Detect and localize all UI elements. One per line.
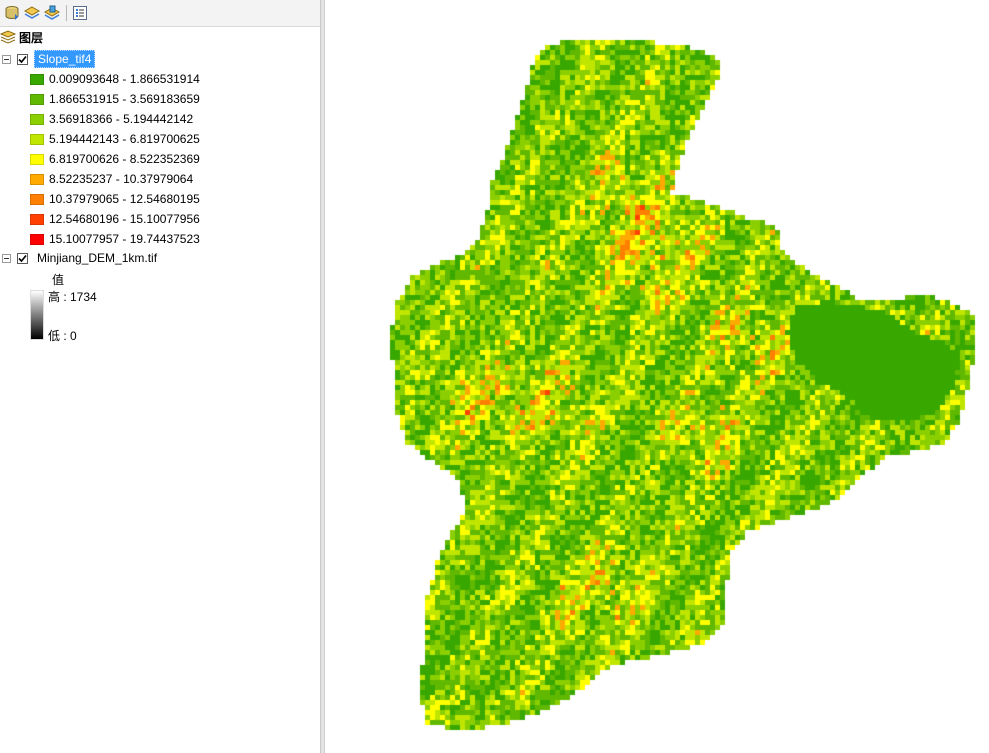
dem-field-label: 值 (52, 270, 64, 288)
legend-swatch (30, 113, 44, 125)
options-button[interactable] (70, 3, 90, 23)
map-view[interactable] (325, 0, 989, 753)
legend-class-label: 5.194442143 - 6.819700625 (49, 132, 200, 146)
dem-high-label: 高 : 1734 (48, 287, 97, 305)
layer-row-dem[interactable]: Minjiang_DEM_1km.tif (2, 249, 160, 267)
legend-class-6: 8.52235237 - 10.37979064 (30, 169, 193, 189)
toc-toolbar (0, 0, 320, 27)
legend-swatch (30, 153, 44, 165)
legend-swatch (30, 93, 44, 105)
collapse-toggle[interactable] (2, 253, 11, 263)
layer-name-slope[interactable]: Slope_tif4 (34, 50, 96, 68)
list-by-visibility-icon (44, 5, 60, 20)
list-by-drawing-order-button[interactable] (2, 3, 22, 23)
legend-class-8: 12.54680196 - 15.10077956 (30, 209, 200, 229)
list-by-drawing-order-icon (5, 6, 19, 20)
dem-field-text: 值 (52, 272, 65, 287)
legend-swatch (30, 173, 44, 185)
checkmark-icon (18, 55, 27, 63)
layer-name-dem[interactable]: Minjiang_DEM_1km.tif (34, 250, 160, 266)
layers-root-label: 图层 (19, 30, 44, 45)
layer-row-slope[interactable]: Slope_tif4 (2, 50, 96, 68)
legend-class-label: 10.37979065 - 12.54680195 (49, 192, 200, 206)
legend-swatch (30, 213, 44, 225)
legend-swatch (30, 73, 44, 85)
dem-color-ramp (30, 290, 44, 340)
legend-class-label: 6.819700626 - 8.522352369 (49, 152, 200, 166)
table-of-contents-panel: 图层 Slope_tif4 0.009093648 - 1.866531914 … (0, 0, 321, 753)
legend-swatch (30, 233, 44, 245)
dem-low-label: 低 : 0 (48, 326, 77, 344)
dem-high-text: 高 : 1734 (48, 289, 97, 304)
layer-visibility-checkbox[interactable] (17, 252, 28, 264)
legend-swatch (30, 193, 44, 205)
options-icon (73, 6, 87, 20)
legend-class-label: 0.009093648 - 1.866531914 (49, 72, 200, 86)
legend-swatch (30, 133, 44, 145)
slope-raster (325, 0, 989, 753)
legend-class-label: 12.54680196 - 15.10077956 (49, 212, 200, 226)
legend-class-label: 3.56918366 - 5.194442142 (49, 112, 194, 126)
legend-class-5: 6.819700626 - 8.522352369 (30, 149, 200, 169)
list-by-source-button[interactable] (22, 3, 42, 23)
checkmark-icon (18, 254, 27, 262)
legend-class-1: 0.009093648 - 1.866531914 (30, 69, 200, 89)
legend-class-label: 8.52235237 - 10.37979064 (49, 172, 194, 186)
list-by-visibility-button[interactable] (42, 3, 62, 23)
legend-class-label: 1.866531915 - 3.569183659 (49, 92, 200, 106)
legend-class-2: 1.866531915 - 3.569183659 (30, 89, 200, 109)
legend-class-4: 5.194442143 - 6.819700625 (30, 129, 200, 149)
layer-visibility-checkbox[interactable] (17, 53, 28, 65)
layers-root[interactable]: 图层 (0, 29, 43, 45)
dem-low-text: 低 : 0 (48, 328, 77, 343)
list-by-source-icon (24, 6, 40, 19)
legend-class-7: 10.37979065 - 12.54680195 (30, 189, 200, 209)
legend-class-3: 3.56918366 - 5.194442142 (30, 109, 193, 129)
layers-icon (0, 30, 16, 44)
collapse-toggle[interactable] (2, 54, 11, 64)
legend-class-label: 15.10077957 - 19.74437523 (49, 232, 200, 246)
legend-class-9: 15.10077957 - 19.74437523 (30, 229, 200, 249)
toolbar-separator (66, 5, 67, 21)
